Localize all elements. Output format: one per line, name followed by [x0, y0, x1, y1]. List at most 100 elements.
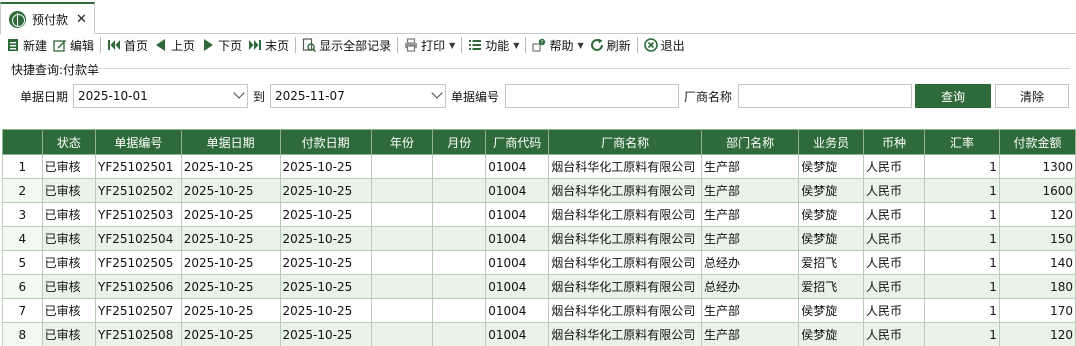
- column-header-status[interactable]: 状态: [41, 129, 97, 155]
- cell-bill-no[interactable]: YF25102501: [95, 154, 182, 179]
- cell-month[interactable]: [432, 226, 487, 251]
- print-button[interactable]: 打印 ▼: [401, 35, 458, 55]
- cell-vendor-code[interactable]: 01004: [485, 250, 550, 275]
- tab-prepayment[interactable]: 预付款 ✕: [0, 2, 95, 34]
- cell-bill-date[interactable]: 2025-10-25: [180, 322, 281, 346]
- cell-bill-no[interactable]: YF25102504: [95, 226, 182, 251]
- cell-month[interactable]: [432, 202, 487, 227]
- cell-pay-date[interactable]: 2025-10-25: [279, 226, 372, 251]
- last-page-button[interactable]: 末页: [245, 35, 292, 55]
- cell-vendor-code[interactable]: 01004: [485, 202, 550, 227]
- cell-bill-no[interactable]: YF25102508: [95, 322, 182, 346]
- cell-row-number[interactable]: 6: [2, 274, 43, 299]
- cell-bill-no[interactable]: YF25102507: [95, 298, 182, 323]
- table-row[interactable]: 3 已审核 YF25102503 2025-10-25 2025-10-25 01004 烟…: [2, 202, 1076, 227]
- cell-currency[interactable]: 人民币: [863, 322, 926, 346]
- column-header-salesman[interactable]: 业务员: [798, 129, 865, 155]
- cell-amount[interactable]: 150: [998, 226, 1076, 251]
- cell-currency[interactable]: 人民币: [863, 154, 926, 179]
- cell-status[interactable]: 已审核: [41, 274, 97, 299]
- column-header-rate[interactable]: 汇率: [924, 129, 1000, 155]
- cell-pay-date[interactable]: 2025-10-25: [279, 202, 372, 227]
- cell-amount[interactable]: 1300: [998, 154, 1076, 179]
- cell-pay-date[interactable]: 2025-10-25: [279, 178, 372, 203]
- cell-bill-date[interactable]: 2025-10-25: [180, 154, 281, 179]
- cell-amount[interactable]: 120: [998, 202, 1076, 227]
- column-header-row-number[interactable]: [2, 129, 43, 155]
- table-row[interactable]: 8 已审核 YF25102508 2025-10-25 2025-10-25 01004 烟…: [2, 322, 1076, 346]
- cell-rate[interactable]: 1: [924, 250, 1000, 275]
- cell-dept-name[interactable]: 生产部: [701, 154, 800, 179]
- cell-salesman[interactable]: 侯梦旋: [798, 154, 865, 179]
- clear-button[interactable]: 清除: [995, 84, 1069, 108]
- cell-vendor-code[interactable]: 01004: [485, 178, 550, 203]
- cell-bill-date[interactable]: 2025-10-25: [180, 298, 281, 323]
- cell-year[interactable]: [370, 274, 434, 299]
- cell-dept-name[interactable]: 生产部: [701, 298, 800, 323]
- cell-bill-date[interactable]: 2025-10-25: [180, 178, 281, 203]
- cell-bill-date[interactable]: 2025-10-25: [180, 274, 281, 299]
- cell-pay-date[interactable]: 2025-10-25: [279, 298, 372, 323]
- cell-currency[interactable]: 人民币: [863, 250, 926, 275]
- cell-bill-no[interactable]: YF25102505: [95, 250, 182, 275]
- new-button[interactable]: 新建: [3, 35, 50, 55]
- cell-salesman[interactable]: 爱招飞: [798, 274, 865, 299]
- cell-amount[interactable]: 120: [998, 322, 1076, 346]
- column-header-month[interactable]: 月份: [432, 129, 487, 155]
- cell-salesman[interactable]: 爱招飞: [798, 250, 865, 275]
- column-header-year[interactable]: 年份: [370, 129, 434, 155]
- cell-month[interactable]: [432, 178, 487, 203]
- table-row[interactable]: 5 已审核 YF25102505 2025-10-25 2025-10-25 01004 烟…: [2, 250, 1076, 275]
- cell-row-number[interactable]: 2: [2, 178, 43, 203]
- cell-vendor-code[interactable]: 01004: [485, 298, 550, 323]
- cell-pay-date[interactable]: 2025-10-25: [279, 154, 372, 179]
- cell-vendor-name[interactable]: 烟台科华化工原料有限公司: [548, 178, 703, 203]
- cell-year[interactable]: [370, 322, 434, 346]
- cell-row-number[interactable]: 3: [2, 202, 43, 227]
- column-header-pay-date[interactable]: 付款日期: [279, 129, 372, 155]
- cell-month[interactable]: [432, 250, 487, 275]
- cell-currency[interactable]: 人民币: [863, 226, 926, 251]
- cell-vendor-code[interactable]: 01004: [485, 154, 550, 179]
- cell-currency[interactable]: 人民币: [863, 178, 926, 203]
- cell-month[interactable]: [432, 154, 487, 179]
- date-from-select[interactable]: 2025-10-01: [73, 84, 248, 108]
- help-button[interactable]: ? 帮助 ▼: [529, 35, 586, 55]
- cell-vendor-name[interactable]: 烟台科华化工原料有限公司: [548, 226, 703, 251]
- cell-status[interactable]: 已审核: [41, 298, 97, 323]
- cell-bill-no[interactable]: YF25102502: [95, 178, 182, 203]
- first-page-button[interactable]: 首页: [104, 35, 151, 55]
- cell-status[interactable]: 已审核: [41, 154, 97, 179]
- cell-rate[interactable]: 1: [924, 178, 1000, 203]
- cell-rate[interactable]: 1: [924, 202, 1000, 227]
- vendor-name-input[interactable]: [738, 84, 912, 108]
- cell-year[interactable]: [370, 250, 434, 275]
- cell-bill-date[interactable]: 2025-10-25: [180, 250, 281, 275]
- column-header-bill-no[interactable]: 单据编号: [95, 129, 182, 155]
- cell-year[interactable]: [370, 226, 434, 251]
- column-header-dept-name[interactable]: 部门名称: [701, 129, 800, 155]
- cell-year[interactable]: [370, 298, 434, 323]
- cell-pay-date[interactable]: 2025-10-25: [279, 322, 372, 346]
- cell-amount[interactable]: 1600: [998, 178, 1076, 203]
- cell-rate[interactable]: 1: [924, 226, 1000, 251]
- cell-row-number[interactable]: 4: [2, 226, 43, 251]
- cell-dept-name[interactable]: 生产部: [701, 202, 800, 227]
- cell-salesman[interactable]: 侯梦旋: [798, 322, 865, 346]
- cell-pay-date[interactable]: 2025-10-25: [279, 250, 372, 275]
- cell-vendor-code[interactable]: 01004: [485, 274, 550, 299]
- table-row[interactable]: 1 已审核 YF25102501 2025-10-25 2025-10-25 01004 烟…: [2, 154, 1076, 179]
- cell-salesman[interactable]: 侯梦旋: [798, 226, 865, 251]
- refresh-button[interactable]: 刷新: [587, 35, 634, 55]
- column-header-currency[interactable]: 币种: [863, 129, 926, 155]
- cell-salesman[interactable]: 侯梦旋: [798, 178, 865, 203]
- table-row[interactable]: 6 已审核 YF25102506 2025-10-25 2025-10-25 01004 烟…: [2, 274, 1076, 299]
- cell-amount[interactable]: 170: [998, 298, 1076, 323]
- cell-month[interactable]: [432, 274, 487, 299]
- cell-row-number[interactable]: 1: [2, 154, 43, 179]
- cell-dept-name[interactable]: 总经办: [701, 250, 800, 275]
- function-button[interactable]: 功能 ▼: [465, 35, 522, 55]
- cell-vendor-code[interactable]: 01004: [485, 226, 550, 251]
- cell-amount[interactable]: 180: [998, 274, 1076, 299]
- table-row[interactable]: 4 已审核 YF25102504 2025-10-25 2025-10-25 01004 烟…: [2, 226, 1076, 251]
